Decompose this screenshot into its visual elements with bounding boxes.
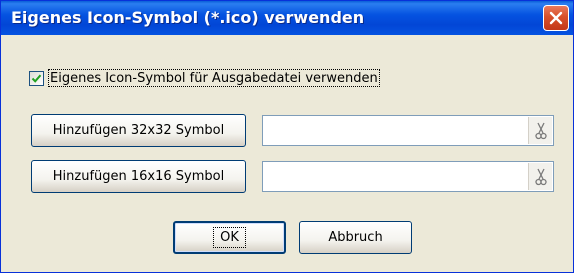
- icon-32x32-path-field[interactable]: [262, 115, 554, 146]
- scissors-icon: [535, 168, 547, 186]
- cancel-button[interactable]: Abbruch: [299, 221, 412, 254]
- icon-16x16-path-input[interactable]: [265, 164, 527, 191]
- add-16x16-icon-button-label: Hinzufügen 16x16 Symbol: [52, 169, 225, 184]
- icon-32x32-path-input[interactable]: [265, 118, 527, 145]
- ok-button[interactable]: OK: [173, 221, 286, 254]
- custom-icon-checkbox[interactable]: [29, 70, 44, 86]
- custom-icon-checkbox-row[interactable]: Eigenes Icon-Symbol für Ausgabedatei ver…: [29, 67, 380, 89]
- add-16x16-icon-button[interactable]: Hinzufügen 16x16 Symbol: [31, 160, 246, 193]
- scissors-icon: [535, 122, 547, 140]
- custom-icon-checkbox-label[interactable]: Eigenes Icon-Symbol für Ausgabedatei ver…: [48, 69, 380, 87]
- add-32x32-icon-button[interactable]: Hinzufügen 32x32 Symbol: [31, 114, 246, 147]
- dialog-content: Eigenes Icon-Symbol für Ausgabedatei ver…: [4, 35, 570, 269]
- icon-16x16-path-field[interactable]: [262, 161, 554, 192]
- checkmark-icon: [31, 74, 42, 83]
- add-32x32-icon-button-label: Hinzufügen 32x32 Symbol: [52, 123, 225, 138]
- ok-button-label: OK: [213, 227, 246, 248]
- window-title: Eigenes Icon-Symbol (*.ico) verwenden: [11, 8, 365, 27]
- close-icon: [549, 11, 563, 25]
- cancel-button-label: Abbruch: [328, 230, 383, 245]
- icon-16x16-clear-button[interactable]: [528, 163, 552, 190]
- title-bar[interactable]: Eigenes Icon-Symbol (*.ico) verwenden: [1, 1, 573, 35]
- dialog-window: Eigenes Icon-Symbol (*.ico) verwenden Ei…: [0, 0, 574, 273]
- icon-32x32-clear-button[interactable]: [528, 117, 552, 144]
- close-button[interactable]: [543, 5, 569, 31]
